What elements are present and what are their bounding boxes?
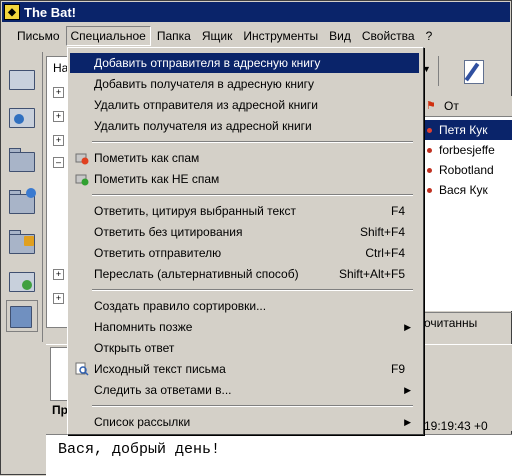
preview-label: Пр — [52, 403, 68, 417]
special-dropdown-menu: Добавить отправителя в адресную книгу До… — [67, 47, 424, 435]
submenu-arrow-icon: ▶ — [404, 416, 411, 427]
remove-recipient-from-addressbook-item[interactable]: Удалить получателя из адресной книги — [70, 116, 419, 136]
open-reply-item[interactable]: Открыть ответ — [70, 338, 419, 358]
unread-dot-icon — [427, 148, 432, 153]
message-list-tabs: очитанны — [420, 312, 512, 335]
submenu-arrow-icon: ▶ — [404, 384, 411, 395]
send-queue-button[interactable] — [6, 100, 38, 132]
tab-unread[interactable]: очитанны — [424, 316, 477, 330]
menu-pismo[interactable]: Письмо — [12, 26, 65, 46]
unread-dot-icon — [427, 128, 432, 133]
title-bar[interactable]: ◆ The Bat! — [2, 2, 510, 22]
spam-mark-icon — [75, 151, 89, 165]
create-sorting-rule-item[interactable]: Создать правило сортировки... — [70, 296, 419, 316]
unread-dot-icon — [427, 188, 432, 193]
message-body-text: Вася, добрый день! — [58, 441, 221, 458]
preview-time: 19:19:43 +0 — [424, 419, 488, 433]
menu-help[interactable]: ? — [421, 26, 438, 46]
menu-separator — [92, 194, 413, 196]
message-source-item[interactable]: Исходный текст письма F9 — [70, 359, 419, 379]
remind-later-item[interactable]: Напомнить позже ▶ — [70, 317, 419, 337]
folder-properties-button[interactable] — [6, 226, 38, 258]
expand-icon[interactable]: + — [53, 111, 64, 122]
menu-special[interactable]: Специальное — [65, 26, 151, 46]
menu-separator — [92, 405, 413, 407]
left-toolbar — [2, 52, 43, 342]
mail-stack-icon — [9, 70, 35, 90]
expand-icon[interactable]: + — [53, 269, 64, 280]
expand-icon[interactable]: + — [53, 87, 64, 98]
not-spam-mark-icon — [75, 172, 89, 186]
remove-sender-from-addressbook-item[interactable]: Удалить отправителя из адресной книги — [70, 95, 419, 115]
get-mail-button[interactable] — [6, 62, 38, 94]
bat-logo-icon: ◆ — [4, 4, 20, 20]
menu-view[interactable]: Вид — [324, 26, 356, 46]
column-from[interactable]: От — [444, 99, 459, 113]
address-book-button[interactable] — [6, 264, 38, 296]
expand-icon[interactable]: + — [53, 135, 64, 146]
message-row[interactable]: forbesjeffe — [420, 140, 512, 160]
collapse-icon[interactable]: – — [53, 157, 64, 168]
menu-properties[interactable]: Свойства — [357, 26, 420, 46]
menu-bar: Письмо Специальное Папка Ящик Инструмент… — [2, 24, 510, 48]
message-list-header: ⚑ От — [420, 96, 512, 117]
reply-without-quote-item[interactable]: Ответить без цитирования Shift+F4 — [70, 222, 419, 242]
menu-separator — [92, 141, 413, 143]
magnifier-icon — [75, 362, 89, 376]
right-toolbar: ▼ — [420, 52, 512, 92]
message-row[interactable]: Robotland — [420, 160, 512, 180]
message-row[interactable]: Петя Кук — [420, 120, 512, 140]
compose-button[interactable] — [460, 58, 488, 84]
menu-tools[interactable]: Инструменты — [238, 26, 323, 46]
window-title: The Bat! — [24, 4, 76, 20]
reply-quote-selected-item[interactable]: Ответить, цитируя выбранный текст F4 — [70, 201, 419, 221]
folder-button[interactable] — [6, 144, 38, 176]
menu-separator — [92, 289, 413, 291]
network-button[interactable] — [6, 300, 38, 332]
add-recipient-to-addressbook-item[interactable]: Добавить получателя в адресную книгу — [70, 74, 419, 94]
mark-not-spam-item[interactable]: Пометить как НЕ спам — [70, 169, 419, 189]
message-body[interactable]: Вася, добрый день! — [46, 434, 512, 476]
mailing-list-item[interactable]: Список рассылки ▶ — [70, 412, 419, 432]
submenu-arrow-icon: ▶ — [404, 321, 411, 332]
mark-as-spam-item[interactable]: Пометить как спам — [70, 148, 419, 168]
network-icon — [10, 306, 32, 328]
message-row[interactable]: Вася Кук — [420, 180, 512, 200]
flag-icon: ⚑ — [426, 100, 436, 112]
expand-icon[interactable]: + — [53, 293, 64, 304]
track-replies-item[interactable]: Следить за ответами в... ▶ — [70, 380, 419, 400]
menu-box[interactable]: Ящик — [197, 26, 238, 46]
folder-icon — [9, 152, 35, 172]
new-folder-button[interactable] — [6, 186, 38, 218]
menu-folder[interactable]: Папка — [152, 26, 196, 46]
unread-dot-icon — [427, 168, 432, 173]
reply-to-sender-item[interactable]: Ответить отправителю Ctrl+F4 — [70, 243, 419, 263]
forward-alternative-item[interactable]: Переслать (альтернативный способ) Shift+… — [70, 264, 419, 284]
add-sender-to-addressbook-item[interactable]: Добавить отправителя в адресную книгу — [70, 53, 419, 73]
